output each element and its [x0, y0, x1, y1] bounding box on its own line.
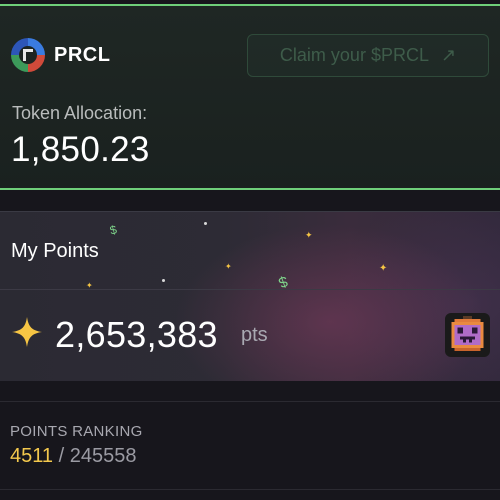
- brand: PRCL: [11, 38, 110, 72]
- user-rank: 4511: [10, 445, 54, 467]
- points-ranking-values: 4511 / 245558: [10, 445, 136, 468]
- points-divider: [0, 289, 500, 290]
- claim-prcl-button[interactable]: Claim your $PRCL ↗: [247, 34, 489, 77]
- brand-name: PRCL: [54, 43, 111, 66]
- avatar-icon: [448, 316, 487, 354]
- ranking-divider: [0, 401, 500, 402]
- logo-glyph: [23, 49, 33, 61]
- arrow-up-right-icon: ↗: [440, 45, 457, 65]
- confetti-star-icon: ✦: [305, 230, 313, 240]
- points-ranking-label: POINTS RANKING: [10, 423, 143, 440]
- sparkle-star-icon: [12, 317, 42, 347]
- total-ranked: 245558: [69, 445, 137, 467]
- confetti-star-icon: ✦: [379, 263, 388, 274]
- points-unit: pts: [241, 324, 268, 346]
- bottom-divider: [0, 489, 500, 490]
- points-value: 2,653,383: [55, 314, 218, 355]
- confetti-dollar-icon: $: [276, 272, 290, 291]
- confetti-star-icon: ✦: [225, 262, 232, 271]
- confetti-dollar-icon: $: [108, 222, 119, 238]
- claim-button-label: Claim your $PRCL: [279, 45, 429, 65]
- confetti-dot-icon: [204, 222, 207, 225]
- points-title: My Points: [11, 240, 99, 262]
- rank-separator: /: [58, 445, 65, 467]
- pixel-pumpkin-avatar[interactable]: [445, 313, 490, 357]
- my-points-card: My Points $ $ ✦ ✦ ✦ ✦ 2,653,383 pts: [0, 211, 500, 381]
- token-allocation-label: Token Allocation:: [12, 103, 148, 123]
- token-allocation-value: 1,850.23: [11, 130, 150, 169]
- confetti-dot-icon: [162, 279, 165, 282]
- token-allocation-card: PRCL Claim your $PRCL ↗ Token Allocation…: [0, 4, 500, 190]
- prcl-logo-icon: [11, 38, 45, 72]
